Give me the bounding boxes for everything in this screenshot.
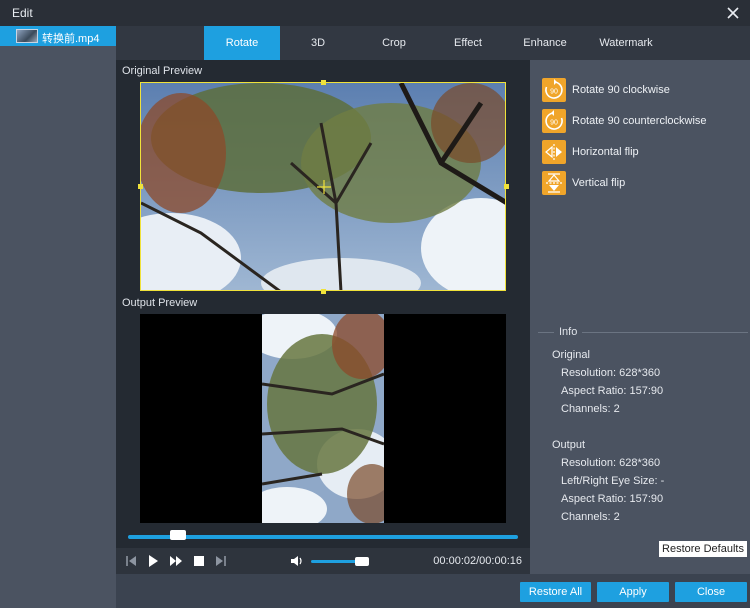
crop-handle-right[interactable] [504, 184, 509, 189]
svg-text:90: 90 [550, 89, 558, 96]
seek-handle[interactable] [170, 530, 186, 540]
tab-crop[interactable]: Crop [368, 26, 420, 60]
original-preview-frame[interactable] [140, 82, 506, 291]
info-title: Info [554, 326, 583, 338]
horizontal-flip-label: Horizontal flip [572, 146, 639, 158]
flip-horizontal-icon [542, 140, 566, 164]
tab-enhance[interactable]: Enhance [514, 26, 576, 60]
output-video-image [262, 314, 384, 523]
apply-button[interactable]: Apply [597, 582, 669, 602]
rotate-cw-button[interactable]: 90 Rotate 90 clockwise [542, 78, 742, 104]
original-heading: Original [552, 349, 590, 361]
original-resolution: Resolution: 628*360 [561, 367, 661, 379]
tab-3d[interactable]: 3D [292, 26, 344, 60]
output-aspect-ratio: Aspect Ratio: 157:90 [561, 493, 664, 505]
stop-icon[interactable] [192, 554, 206, 568]
tab-rotate[interactable]: Rotate [204, 26, 280, 60]
vertical-flip-label: Vertical flip [572, 177, 626, 189]
output-preview-label: Output Preview [122, 297, 198, 309]
original-video-image [141, 83, 505, 290]
tab-bar: Rotate 3D Crop Effect Enhance Watermark [116, 26, 750, 60]
video-thumbnail [16, 29, 38, 43]
output-channels: Channels: 2 [561, 511, 620, 523]
svg-text:90: 90 [550, 120, 558, 127]
flip-vertical-icon [542, 171, 566, 195]
fast-forward-icon[interactable] [169, 554, 183, 568]
skip-previous-icon[interactable] [124, 554, 138, 568]
tab-watermark[interactable]: Watermark [592, 26, 660, 60]
original-channels: Channels: 2 [561, 403, 620, 415]
output-eye-size: Left/Right Eye Size: - [561, 475, 665, 487]
vertical-flip-button[interactable]: Vertical flip [542, 171, 742, 197]
play-icon[interactable] [146, 554, 160, 568]
playback-controls: 00:00:02/00:00:16 [116, 548, 530, 574]
restore-defaults-button[interactable]: Restore Defaults [659, 541, 747, 557]
close-button[interactable]: Close [675, 582, 747, 602]
rotate-cw-label: Rotate 90 clockwise [572, 84, 670, 96]
file-name: 转换前.mp4 [42, 33, 100, 45]
tab-effect[interactable]: Effect [442, 26, 494, 60]
skip-next-icon[interactable] [214, 554, 228, 568]
close-icon[interactable] [724, 4, 742, 22]
rotate-ccw-button[interactable]: 90 Rotate 90 counterclockwise [542, 109, 742, 135]
output-resolution: Resolution: 628*360 [561, 457, 661, 469]
title-bar: Edit [0, 0, 750, 26]
window-title: Edit [12, 6, 33, 20]
volume-handle[interactable] [355, 557, 369, 566]
rotate-ccw-label: Rotate 90 counterclockwise [572, 115, 707, 127]
time-display: 00:00:02/00:00:16 [433, 555, 522, 567]
original-aspect-ratio: Aspect Ratio: 157:90 [561, 385, 664, 397]
rotate-settings-panel: 90 Rotate 90 clockwise 90 Rotate 90 coun… [530, 60, 750, 574]
volume-icon[interactable] [290, 554, 304, 568]
crop-handle-bottom[interactable] [321, 289, 326, 294]
file-list: 转换前.mp4 [0, 26, 116, 608]
crop-handle-left[interactable] [138, 184, 143, 189]
rotate-cw-icon: 90 [542, 78, 566, 102]
seek-bar[interactable] [128, 535, 518, 539]
output-heading: Output [552, 439, 586, 451]
crop-handle-top[interactable] [321, 80, 326, 85]
original-preview-label: Original Preview [122, 65, 203, 77]
file-list-item[interactable]: 转换前.mp4 [0, 26, 116, 46]
output-preview-frame [262, 314, 384, 523]
horizontal-flip-button[interactable]: Horizontal flip [542, 140, 742, 166]
restore-all-button[interactable]: Restore All [520, 582, 591, 602]
preview-area: Original Preview Output Preview 00:00:02… [116, 60, 530, 608]
rotate-ccw-icon: 90 [542, 109, 566, 133]
